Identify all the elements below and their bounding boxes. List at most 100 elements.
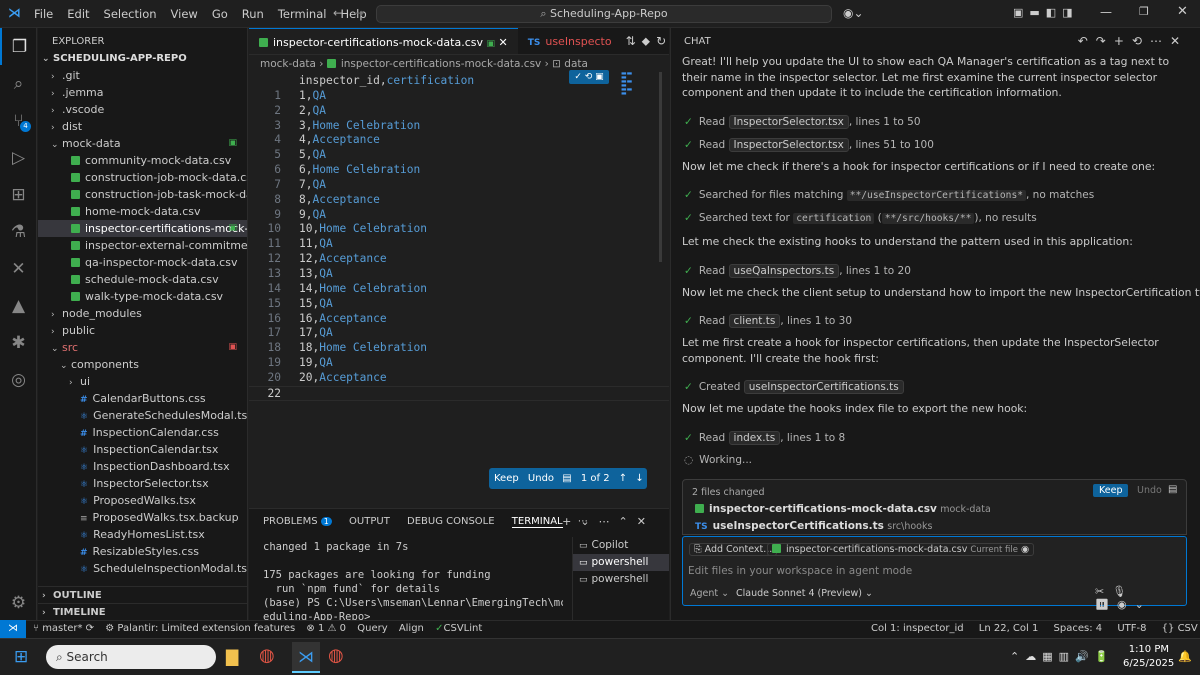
align-status[interactable]: Align <box>399 623 424 634</box>
account-icon[interactable]: ◎ <box>0 361 37 398</box>
tool-read-3[interactable]: ✓ Read useQaInspectors.ts, lines 1 to 20 <box>684 264 911 278</box>
tool-search-1[interactable]: ✓ Searched for files matching **/useInspe… <box>684 189 1094 201</box>
branch-status[interactable]: ⑂ master* ⟳ <box>33 623 94 634</box>
menu-go[interactable]: Go <box>212 7 228 21</box>
tree-item[interactable]: ⚛ InspectionDashboard.tsx <box>38 458 247 475</box>
terminal-instance[interactable]: ▭ Copilot <box>573 537 669 554</box>
clock[interactable]: 1:10 PM 6/25/2025 <box>1123 643 1174 671</box>
diff-icon[interactable]: ▤ <box>562 473 571 484</box>
docker-icon[interactable]: ✱ <box>0 324 37 361</box>
code-line[interactable]: 2 2,QA <box>249 104 669 119</box>
back-arrow-icon[interactable]: ← <box>333 6 343 20</box>
tree-item[interactable]: › node_modules <box>38 305 247 322</box>
tool-created[interactable]: ✓ Created useInspectorCertifications.ts <box>684 380 904 394</box>
forward-arrow-icon[interactable]: → <box>354 6 364 20</box>
minimize-icon[interactable]: — <box>1100 5 1112 19</box>
code-line[interactable]: 17 17,QA <box>249 326 669 341</box>
menu-run[interactable]: Run <box>242 7 264 21</box>
chrome-canary-icon[interactable]: ◍ <box>328 645 344 666</box>
tree-item[interactable]: construction-job-mock-data.csv <box>38 169 247 186</box>
terminal-instance[interactable]: ▭ powershell <box>573 554 669 571</box>
minimap[interactable]: ▬▬ ▬ ▬▬ ▬ ▬▬ ▬ <box>621 71 635 100</box>
model-picker[interactable]: Claude Sonnet 4 (Preview) ⌄ <box>736 588 873 599</box>
tree-item[interactable]: schedule-mock-data.csv <box>38 271 247 288</box>
file-explorer-icon[interactable]: ▇ <box>226 647 238 666</box>
code-line[interactable]: 16 16,Acceptance <box>249 312 669 327</box>
tree-item[interactable]: ⌄ src ▣ <box>38 339 247 356</box>
code-line[interactable]: 10 10,Home Celebration <box>249 222 669 237</box>
menu-file[interactable]: File <box>34 7 53 21</box>
next-change-icon[interactable]: ↓ <box>635 473 643 484</box>
tree-item[interactable]: # ResizableStyles.css <box>38 543 247 560</box>
keep-edit-button[interactable]: Keep <box>494 473 519 484</box>
tree-item[interactable]: inspector-external-commitments-mo... <box>38 237 247 254</box>
code-line[interactable]: 7 7,QA <box>249 178 669 193</box>
undo-all-button[interactable]: Undo <box>1131 484 1168 497</box>
tab-close-icon[interactable]: ✕ <box>499 36 508 49</box>
maximize-icon[interactable]: ❐ <box>1139 5 1149 18</box>
tab-problems[interactable]: PROBLEMS 1 <box>263 516 332 527</box>
windows-start-icon[interactable]: ⊞ <box>14 647 28 667</box>
tree-item[interactable]: # CalendarButtons.css <box>38 390 247 407</box>
tree-item[interactable]: ≡ ProposedWalks.tsx.backup <box>38 509 247 526</box>
settings-gear-icon[interactable]: ⚙ <box>0 584 37 621</box>
code-line[interactable]: 12 12,Acceptance <box>249 252 669 267</box>
code-line[interactable]: 9 9,QA <box>249 208 669 223</box>
tool-search-2[interactable]: ✓ Searched text for certification (**/src… <box>684 212 1037 224</box>
view-diff-icon[interactable]: ▤ <box>1168 484 1177 495</box>
changed-file-2[interactable]: TS useInspectorCertifications.ts src\hook… <box>695 520 932 532</box>
menu-edit[interactable]: Edit <box>67 7 89 21</box>
code-line[interactable]: 11 11,QA <box>249 237 669 252</box>
chrome-icon[interactable]: ◍ <box>259 645 275 666</box>
extension-status[interactable]: ⚙ Palantir: Limited extension features <box>105 623 295 634</box>
code-lines[interactable]: inspector_id,certification 1 1,QA 2 2,QA 3 3,H… <box>249 73 669 401</box>
code-line[interactable]: 20 20,Acceptance <box>249 371 669 386</box>
code-line[interactable]: 19 19,QA <box>249 356 669 371</box>
tab-use-inspector[interactable]: TS useInspecto <box>518 28 622 54</box>
explorer-icon[interactable]: ❐ <box>0 28 37 65</box>
column-status[interactable]: Col 1: inspector_id <box>871 623 964 634</box>
tree-item[interactable]: ⚛ ReadyHomesList.tsx <box>38 526 247 543</box>
tree-item[interactable]: › .git <box>38 67 247 84</box>
tree-item[interactable]: community-mock-data.csv <box>38 152 247 169</box>
timeline-section[interactable]: › TIMELINE <box>38 603 247 620</box>
context-file-chip[interactable]: inspector-certifications-mock-data.csv C… <box>767 543 1035 556</box>
code-line[interactable]: 8 8,Acceptance <box>249 193 669 208</box>
code-line[interactable]: 6 6,Home Celebration <box>249 163 669 178</box>
menu-terminal[interactable]: Terminal <box>278 7 327 21</box>
input-actions[interactable]: ✂🎙⏸◉⌄ <box>1095 585 1186 611</box>
tree-item[interactable]: ⚛ InspectionCalendar.tsx <box>38 441 247 458</box>
system-tray[interactable]: ⌃☁▦▥🔊🔋 <box>1010 650 1114 663</box>
code-line[interactable]: 4 4,Acceptance <box>249 133 669 148</box>
chat-input[interactable]: Edit files in your workspace in agent mo… <box>688 565 912 577</box>
tree-item[interactable]: walk-type-mock-data.csv <box>38 288 247 305</box>
workspace-root[interactable]: ⌄ SCHEDULING-APP-REPO <box>38 50 247 67</box>
csvlint-status[interactable]: ✓CSVLint <box>435 623 482 634</box>
deploy-icon[interactable]: ▲ <box>0 287 37 324</box>
changed-file-1[interactable]: inspector-certifications-mock-data.csv m… <box>695 503 991 515</box>
code-line-current[interactable]: 22 <box>249 385 669 401</box>
tree-item[interactable]: home-mock-data.csv <box>38 203 247 220</box>
tree-item[interactable]: ⚛ ScheduleInspectionModal.tsx <box>38 560 247 577</box>
mode-picker[interactable]: Agent ⌄ <box>690 588 729 599</box>
remote-indicator-icon[interactable]: ⋊ <box>0 620 26 638</box>
tree-item[interactable]: › ui <box>38 373 247 390</box>
problems-status[interactable]: ⊗ 1 ⚠ 0 <box>306 623 346 634</box>
tab-debug-console[interactable]: DEBUG CONSOLE <box>407 516 495 527</box>
previous-change-icon[interactable]: ↑ <box>619 473 627 484</box>
tree-item[interactable]: ⚛ InspectorSelector.tsx <box>38 475 247 492</box>
tree-item[interactable]: › .vscode <box>38 101 247 118</box>
copilot-icon[interactable]: ◉⌄ <box>843 6 864 20</box>
encoding-status[interactable]: UTF-8 <box>1117 623 1146 634</box>
language-status[interactable]: {} CSV <box>1162 623 1198 634</box>
indentation-status[interactable]: Spaces: 4 <box>1054 623 1103 634</box>
remote-icon[interactable]: ✕ <box>0 250 37 287</box>
tool-read-5[interactable]: ✓ Read index.ts, lines 1 to 8 <box>684 431 845 445</box>
query-status[interactable]: Query <box>357 623 387 634</box>
close-window-icon[interactable]: ✕ <box>1177 4 1188 19</box>
inline-toolbar[interactable]: ✓ ⟲ ▣ <box>569 70 609 84</box>
code-line[interactable]: 13 13,QA <box>249 267 669 282</box>
tree-item[interactable]: qa-inspector-mock-data.csv <box>38 254 247 271</box>
code-line[interactable]: 1 1,QA <box>249 89 669 104</box>
command-center[interactable]: ⌕ Scheduling-App-Repo <box>376 5 832 23</box>
